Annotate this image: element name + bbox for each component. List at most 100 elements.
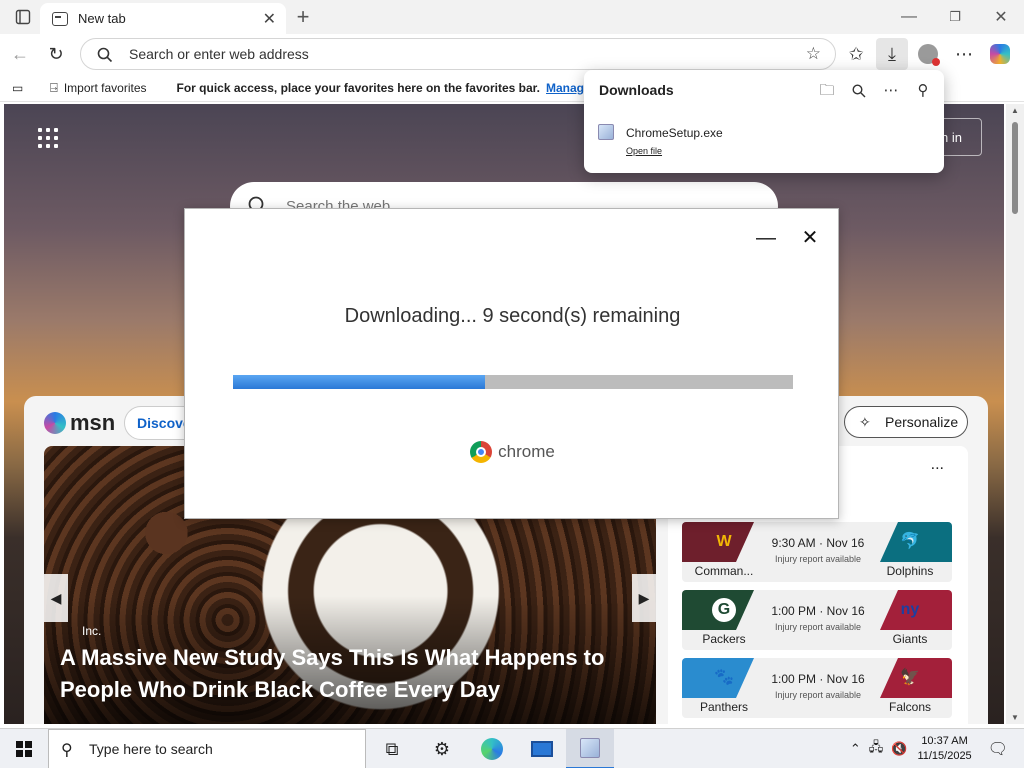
minimize-window-button[interactable]: — xyxy=(886,0,932,34)
open-folder-icon[interactable]: 🗀 xyxy=(816,80,838,102)
team-left-name: Comman... xyxy=(694,564,754,578)
installer-taskbar-icon[interactable] xyxy=(566,729,614,768)
personalize-button[interactable]: ✧ Personalize xyxy=(844,406,968,438)
profile-avatar[interactable] xyxy=(914,40,942,68)
team-right-name: Giants xyxy=(892,632,928,646)
sports-more-icon[interactable]: ... xyxy=(931,456,944,474)
task-view-icon[interactable]: ⧉ xyxy=(368,729,416,768)
game-card[interactable]: G ny 1:00 PM · Nov 16 Injury report avai… xyxy=(682,590,952,650)
network-icon[interactable]: 🖧 xyxy=(869,738,884,760)
chrome-logo-icon xyxy=(470,441,493,463)
grid-dot xyxy=(54,136,58,140)
download-file-name[interactable]: ChromeSetup.exe xyxy=(626,126,723,140)
grid-dot xyxy=(46,136,50,140)
taskbar-search-placeholder: Type here to search xyxy=(89,741,213,757)
grid-dot xyxy=(38,128,42,132)
team-left-name: Packers xyxy=(702,632,746,646)
avatar-alert-dot xyxy=(932,58,940,66)
import-favorites-label: Import favorites xyxy=(63,80,147,95)
downloads-title: Downloads xyxy=(599,82,674,98)
grid-dot xyxy=(46,144,50,148)
scroll-down-icon[interactable]: ▼ xyxy=(1011,713,1019,722)
clock-date: 11/15/2025 xyxy=(917,750,972,762)
grid-dot xyxy=(54,128,58,132)
team-right-name: Dolphins xyxy=(886,564,934,578)
remote-desktop-icon[interactable] xyxy=(518,729,566,768)
logo-pane xyxy=(16,750,23,757)
more-options-icon[interactable]: ⋯ xyxy=(950,40,978,68)
windows-taskbar: ⚲ Type here to search ⧉ ⚙ ⌃ 🖧 🔇 10:37 AM… xyxy=(0,728,1024,768)
team-right-logo: 🐬 xyxy=(900,533,920,550)
new-tab-button[interactable]: + xyxy=(280,0,326,34)
carousel-prev-button[interactable]: ◀ xyxy=(44,574,68,622)
close-window-button[interactable]: ✕ xyxy=(978,0,1024,34)
exe-file-icon xyxy=(598,124,614,140)
installer-minimize-button[interactable]: — xyxy=(755,227,777,249)
team-right-logo: ny xyxy=(900,601,920,618)
injury-note: Injury report available xyxy=(774,690,862,700)
search-downloads-icon[interactable] xyxy=(848,80,870,102)
msn-logo: msn xyxy=(44,410,115,436)
game-card[interactable]: 🐾 🦅 1:00 PM · Nov 16 Injury report avail… xyxy=(682,658,952,718)
installer-close-button[interactable]: ✕ xyxy=(799,227,821,249)
search-icon xyxy=(97,47,113,63)
downloads-flyout: Downloads 🗀 ⋯ ⚲ ChromeSetup.exe Open fil… xyxy=(584,70,944,173)
refresh-icon[interactable]: ↻ xyxy=(42,40,70,68)
address-placeholder: Search or enter web address xyxy=(129,46,309,62)
pin-icon[interactable]: ⚲ xyxy=(912,80,934,102)
show-hidden-icons-chevron[interactable]: ⌃ xyxy=(850,741,861,757)
monitor-glyph xyxy=(531,741,553,757)
open-file-link[interactable]: Open file xyxy=(626,146,662,156)
injury-note: Injury report available xyxy=(774,622,862,632)
system-tray: ⌃ 🖧 🔇 10:37 AM 11/15/2025 🗨 xyxy=(846,729,1024,768)
logo-pane xyxy=(16,741,23,748)
favorites-icon[interactable]: ✩ xyxy=(842,40,870,68)
restore-window-button[interactable]: ❐ xyxy=(932,0,978,34)
back-icon[interactable]: ← xyxy=(6,40,34,68)
favorite-star-icon[interactable]: ☆ xyxy=(806,44,821,64)
windows-logo-icon xyxy=(16,741,32,757)
article-headline[interactable]: A Massive New Study Says This Is What Ha… xyxy=(60,642,640,706)
copilot-logo xyxy=(990,44,1010,64)
taskbar-search-box[interactable]: ⚲ Type here to search xyxy=(48,729,366,768)
settings-gear-icon[interactable]: ⚙ xyxy=(418,729,466,768)
downloads-more-icon[interactable]: ⋯ xyxy=(880,80,902,102)
game-card[interactable]: W 🐬 9:30 AM · Nov 16 Injury report avail… xyxy=(682,522,952,582)
team-right-name: Falcons xyxy=(888,700,932,714)
import-favorites-button[interactable]: ⍈ Import favorites xyxy=(50,80,147,96)
scroll-up-icon[interactable]: ▲ xyxy=(1011,106,1019,115)
notifications-icon[interactable]: 🗨 xyxy=(988,739,1008,759)
tab-new-tab[interactable]: New tab ✕ xyxy=(40,3,286,34)
team-left-name: Panthers xyxy=(699,700,749,714)
address-bar[interactable]: Search or enter web address ☆ xyxy=(80,38,836,70)
copilot-icon[interactable] xyxy=(986,40,1014,68)
download-icon[interactable]: ⤓ xyxy=(878,40,906,68)
volume-muted-icon[interactable]: 🔇 xyxy=(891,741,907,757)
download-progress-fill xyxy=(233,375,485,389)
game-time: 1:00 PM · Nov 16 xyxy=(771,672,865,686)
apps-grid-icon[interactable] xyxy=(38,128,58,148)
grid-dot xyxy=(54,144,58,148)
tab-actions-icon-svg xyxy=(15,9,31,25)
taskbar-clock[interactable]: 10:37 AM 11/15/2025 xyxy=(917,734,971,764)
carousel-next-button[interactable]: ▶ xyxy=(632,574,656,622)
logo-pane xyxy=(25,750,32,757)
clock-time: 10:37 AM xyxy=(921,735,968,747)
team-left-logo: W xyxy=(716,533,732,550)
reading-view-icon[interactable]: ▭ xyxy=(12,81,23,95)
page-scrollbar[interactable]: ▲ ▼ xyxy=(1006,104,1024,724)
injury-note: Injury report available xyxy=(774,554,862,564)
edge-browser-icon[interactable] xyxy=(468,729,516,768)
chrome-installer-dialog: — ✕ Downloading... 9 second(s) remaining… xyxy=(184,208,839,519)
msn-logo-text: msn xyxy=(70,410,116,435)
tab-title: New tab xyxy=(78,11,126,26)
scrollbar-thumb[interactable] xyxy=(1012,122,1018,214)
taskbar-search-icon: ⚲ xyxy=(61,742,73,759)
chevron-right-icon: ▶ xyxy=(638,589,650,606)
tab-close-icon[interactable]: ✕ xyxy=(263,9,276,29)
start-button[interactable] xyxy=(0,729,48,768)
download-progress-bar xyxy=(233,375,793,389)
game-time: 9:30 AM · Nov 16 xyxy=(771,536,865,550)
search-downloads-svg xyxy=(852,84,866,98)
sparkle-icon: ✧ xyxy=(859,414,871,430)
